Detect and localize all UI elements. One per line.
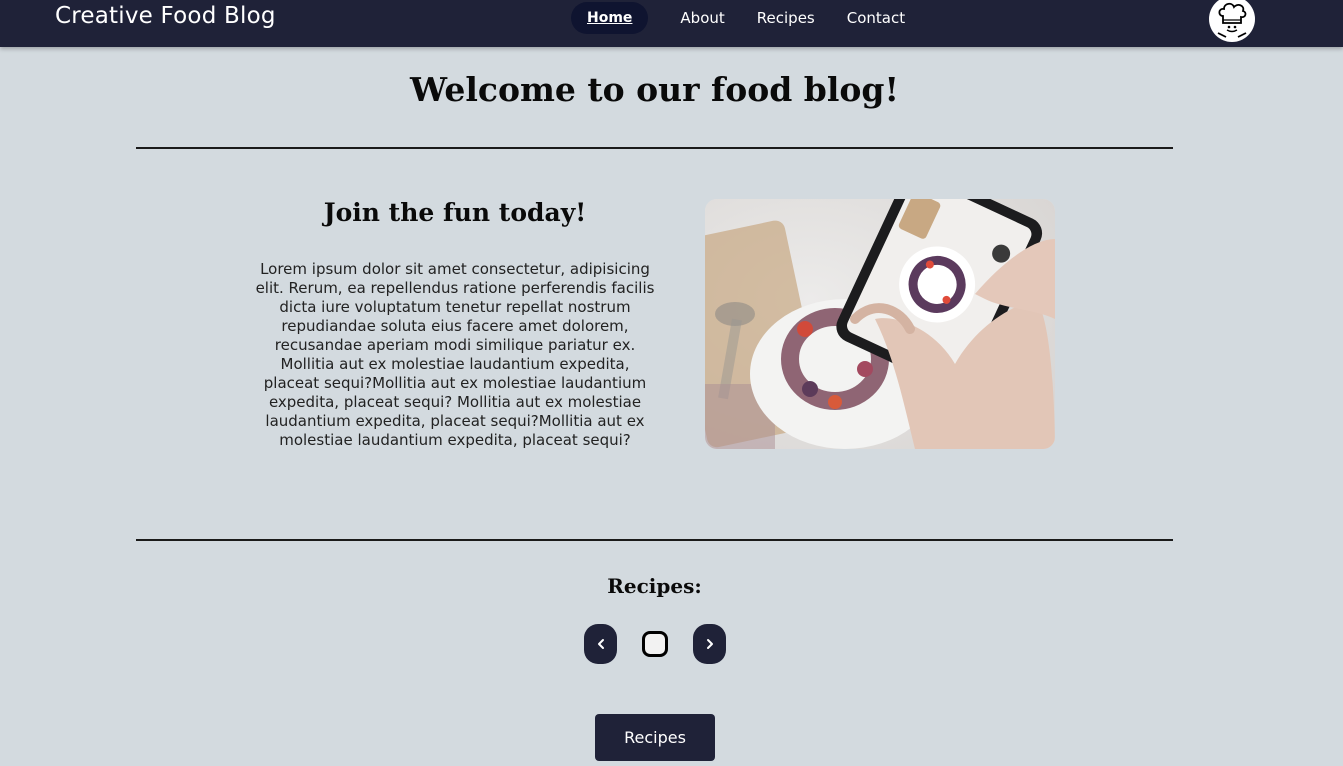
site-brand[interactable]: Creative Food Blog: [55, 3, 276, 29]
nav-link-about[interactable]: About: [680, 9, 724, 27]
recipes-heading: Recipes:: [607, 574, 702, 598]
nav-link-home[interactable]: Home: [571, 2, 649, 34]
section-divider: [136, 147, 1173, 149]
nav-link-recipes[interactable]: Recipes: [757, 9, 815, 27]
carousel-prev-button[interactable]: [584, 624, 617, 664]
chevron-right-icon: [706, 639, 713, 649]
intro-heading: Join the fun today!: [323, 198, 587, 227]
navbar: Creative Food Blog Home About Recipes Co…: [0, 0, 1343, 47]
carousel-indicator[interactable]: [642, 631, 668, 657]
intro-text: Lorem ipsum dolor sit amet consectetur, …: [255, 260, 655, 449]
nav-link-contact[interactable]: Contact: [847, 9, 905, 27]
main-nav: Home About Recipes Contact: [571, 0, 937, 36]
chef-hat-icon[interactable]: [1209, 0, 1255, 42]
section-divider: [136, 539, 1173, 541]
recipes-button[interactable]: Recipes: [595, 714, 715, 761]
food-photo: [705, 199, 1055, 449]
chevron-left-icon: [597, 639, 604, 649]
chef-hat-icon-svg: [1217, 2, 1247, 38]
phone-photographing-cake-image: [705, 199, 1055, 449]
page-title: Welcome to our food blog!: [410, 70, 899, 109]
carousel-next-button[interactable]: [693, 624, 726, 664]
